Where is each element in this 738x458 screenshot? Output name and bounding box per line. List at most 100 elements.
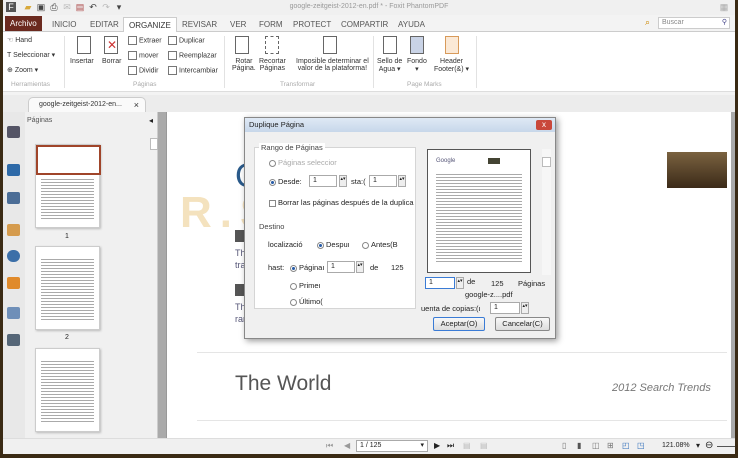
delete-after-checkbox[interactable]: Borrar las páginas después de la duplica: [269, 198, 414, 207]
ok-button[interactable]: Aceptar(O): [433, 317, 485, 331]
next-view-icon[interactable]: ▤: [480, 441, 488, 450]
layers-icon[interactable]: [7, 192, 20, 204]
attachments-icon[interactable]: [7, 250, 20, 262]
destination-label: Destino: [259, 222, 285, 231]
zoom-level[interactable]: 121.08%: [662, 442, 690, 449]
page-thumbnail[interactable]: [35, 246, 100, 330]
platform-button[interactable]: Imposible determinar el valor de la plata…: [296, 58, 369, 72]
form-fields-icon[interactable]: [7, 307, 20, 319]
delete-button[interactable]: Borrar: [102, 58, 121, 65]
ribbon: ☜ Hand T Seleccionar ▾ ⊕ Zoom ▾ Herramie…: [3, 32, 735, 92]
comments-icon[interactable]: [7, 224, 20, 236]
before-radio[interactable]: Antes(B: [362, 240, 398, 249]
last-radio[interactable]: Último(: [290, 297, 323, 306]
tab-ver[interactable]: VER: [225, 17, 251, 32]
pages-panel: Páginas ◂ 1 2: [25, 112, 158, 438]
header-footer-button[interactable]: Header Footer(&) ▾: [434, 58, 469, 73]
after-radio[interactable]: Despuı: [317, 240, 350, 249]
split-button[interactable]: Dividir: [128, 66, 158, 75]
page-number-input[interactable]: 1 / 125 ▾: [356, 440, 428, 452]
tab-editar[interactable]: EDITAR: [85, 17, 124, 32]
panel-scrollbar[interactable]: [150, 138, 158, 150]
last-page-icon[interactable]: ⏭: [447, 441, 454, 451]
cover-icon[interactable]: ⊞: [607, 441, 614, 450]
preview-page-input[interactable]: 1: [425, 277, 455, 289]
copies-input[interactable]: 1: [490, 302, 520, 314]
crop-icon: [265, 36, 279, 54]
background-button[interactable]: Fondo ▾: [407, 58, 427, 73]
move-button[interactable]: mover: [128, 51, 158, 60]
zoom-out-icon[interactable]: ⊖: [705, 440, 713, 451]
thumbnail-viewport[interactable]: [36, 145, 101, 175]
tools-icon[interactable]: [7, 334, 20, 346]
tab-form[interactable]: FORM: [254, 17, 288, 32]
find-icon[interactable]: ⌕: [645, 17, 650, 28]
prev-view-icon[interactable]: ▤: [463, 441, 471, 450]
hand-button[interactable]: ☜ Hand: [7, 36, 32, 44]
search-input[interactable]: Buscar ⚲: [658, 17, 730, 29]
pages-icon[interactable]: [7, 164, 20, 176]
group-herramientas: Herramientas: [11, 81, 51, 88]
dest-page-input[interactable]: 1: [327, 261, 355, 273]
insert-button[interactable]: Insertar: [70, 58, 94, 65]
rotate-icon: [235, 36, 249, 54]
to-input[interactable]: 1: [369, 175, 397, 187]
panel-title: Páginas: [27, 117, 53, 124]
search-icon[interactable]: ⚲: [722, 18, 727, 28]
continuous-icon[interactable]: ▮: [577, 441, 581, 450]
layout-icon[interactable]: ▦: [719, 2, 729, 12]
tab-protect[interactable]: PROTECT: [288, 17, 336, 32]
zoom-button[interactable]: ⊕ Zoom ▾: [7, 66, 38, 74]
first-page-icon[interactable]: ⏮: [326, 441, 333, 451]
replace-button[interactable]: Reemplazar: [168, 51, 217, 60]
from-spinner[interactable]: ▴▾: [339, 175, 347, 187]
to-label: sta:(: [351, 177, 366, 186]
page-preview: Google: [427, 149, 531, 273]
collapse-panel-icon[interactable]: ◂: [149, 116, 153, 125]
window-title: google-zeitgeist-2012-en.pdf * - Foxit P…: [289, 3, 449, 10]
to-spinner[interactable]: ▴▾: [398, 175, 406, 187]
tab-compartir[interactable]: COMPARTIR: [336, 17, 393, 32]
next-page-icon[interactable]: ▶: [434, 441, 440, 450]
zoom-dropdown-icon[interactable]: ▾: [696, 441, 700, 450]
page-thumbnail[interactable]: [35, 144, 101, 228]
insert-icon: [77, 36, 91, 54]
preview-page-spinner[interactable]: ▴▾: [456, 277, 464, 289]
facing-icon[interactable]: ◫: [592, 441, 600, 450]
extract-button[interactable]: Extraer: [128, 36, 162, 45]
status-bar: ⏮ ◀ 1 / 125 ▾ ▶ ⏭ ▤ ▤ ▯ ▮ ◫ ⊞ ◰ ◳ 121.08%…: [3, 438, 735, 454]
preview-filename: google-z....pdf: [465, 290, 513, 299]
from-input[interactable]: 1: [309, 175, 337, 187]
page-thumbnail[interactable]: [35, 348, 100, 432]
bookmarks-icon[interactable]: [7, 126, 20, 138]
from-radio[interactable]: Desde:: [269, 177, 302, 186]
prev-page-icon[interactable]: ◀: [344, 441, 350, 450]
copies-spinner[interactable]: ▴▾: [521, 302, 529, 314]
title-bar: F ▰ ▣ ⎙ ✉ ▤ ↶ ↷ ▾ google-zeitgeist-2012-…: [3, 0, 735, 15]
close-tab-icon[interactable]: ×: [134, 98, 139, 112]
preview-scrollbar[interactable]: [542, 149, 551, 275]
swap-button[interactable]: Intercambiar: [168, 66, 218, 75]
fit-width-icon[interactable]: ◳: [637, 441, 645, 450]
tab-revisar[interactable]: REVISAR: [177, 17, 222, 32]
watermark-button[interactable]: Sello de Agua ▾: [377, 58, 402, 73]
tab-inicio[interactable]: INICIO: [47, 17, 81, 32]
rotate-button[interactable]: Rotar Página.: [232, 58, 256, 72]
tab-ayuda[interactable]: AYUDA: [393, 17, 430, 32]
close-dialog-button[interactable]: x: [536, 120, 552, 130]
select-button[interactable]: T Seleccionar ▾: [7, 51, 55, 59]
cancel-button[interactable]: Cancelar(C): [495, 317, 550, 331]
first-radio[interactable]: Primeı: [290, 281, 321, 290]
duplicate-button[interactable]: Duplicar: [168, 36, 205, 45]
dialog-title: Duplique Página: [245, 118, 555, 132]
tab-archivo[interactable]: Archivo: [5, 16, 42, 31]
document-tab[interactable]: google-zeitgeist-2012-en... ×: [28, 97, 146, 112]
zoom-slider[interactable]: [717, 446, 735, 447]
security-icon[interactable]: [7, 277, 20, 289]
tab-organize[interactable]: ORGANIZE: [123, 17, 177, 32]
fit-page-icon[interactable]: ◰: [622, 441, 630, 450]
single-page-icon[interactable]: ▯: [562, 441, 566, 450]
page-radio[interactable]: Páginaı: [290, 263, 324, 272]
crop-button[interactable]: Recortar Páginas: [259, 58, 286, 72]
dest-page-spinner[interactable]: ▴▾: [356, 261, 364, 273]
